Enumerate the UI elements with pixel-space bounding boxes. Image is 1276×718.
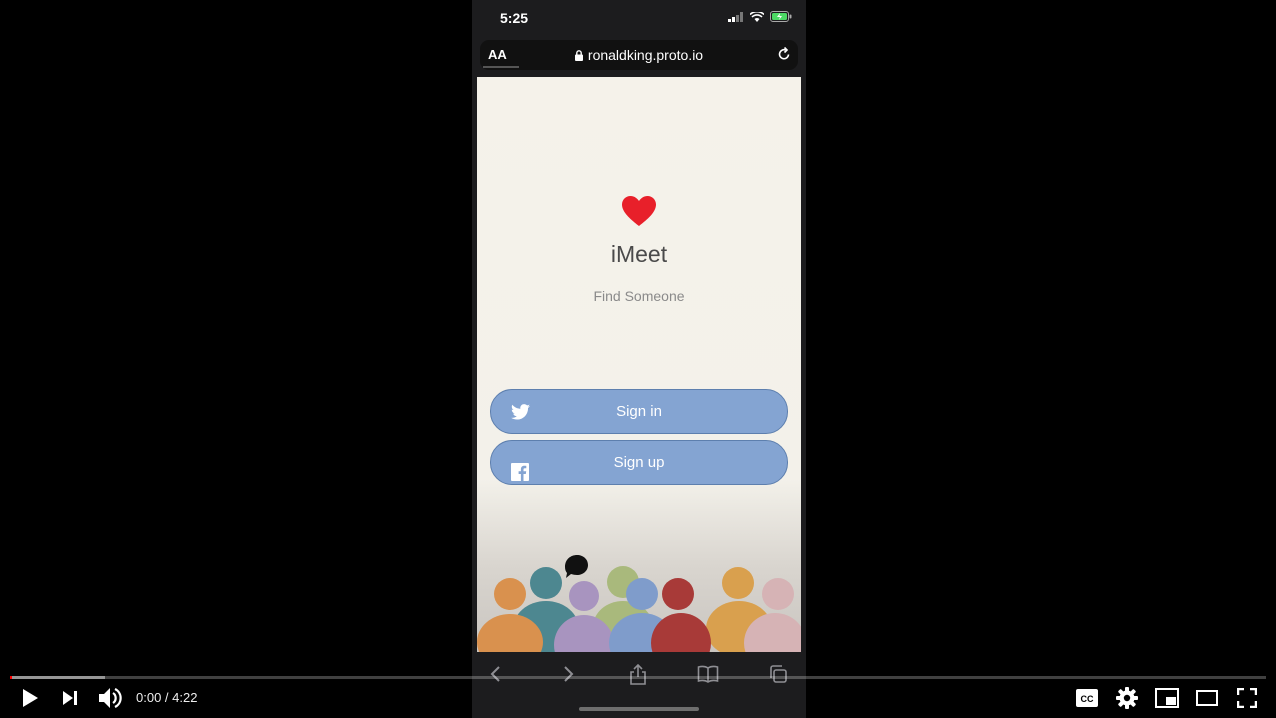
progress-played — [10, 676, 12, 679]
signal-icon — [728, 11, 743, 22]
lock-icon — [574, 50, 583, 61]
safari-address-bar[interactable]: AA ronaldking.proto.io — [480, 40, 798, 70]
miniplayer-icon[interactable] — [1155, 688, 1179, 708]
app-tagline: Find Someone — [593, 288, 685, 304]
forward-icon[interactable] — [561, 664, 575, 684]
time-display: 0:00 / 4:22 — [136, 690, 197, 705]
battery-icon — [770, 11, 792, 22]
safari-toolbar — [472, 652, 806, 718]
play-icon[interactable] — [20, 688, 40, 708]
progress-bar[interactable] — [10, 676, 1266, 679]
app-screen: iMeet Find Someone Sign in Sign up — [477, 77, 801, 652]
duration: 4:22 — [172, 690, 198, 705]
sign-up-button[interactable]: Sign up — [490, 440, 788, 485]
progress-buffered — [10, 676, 105, 679]
ios-status-bar: 5:25 — [472, 0, 806, 38]
time-separator: / — [161, 690, 173, 705]
svg-text:CC: CC — [1081, 694, 1094, 704]
sign-in-label: Sign in — [616, 403, 662, 420]
home-indicator — [579, 707, 699, 711]
wifi-icon — [750, 11, 764, 22]
volume-icon[interactable] — [98, 687, 122, 709]
status-time: 5:25 — [500, 10, 529, 26]
fullscreen-icon[interactable] — [1237, 688, 1257, 708]
page-load-indicator — [483, 66, 519, 68]
theater-mode-icon[interactable] — [1196, 690, 1218, 706]
current-time: 0:00 — [136, 690, 162, 705]
app-title: iMeet — [610, 241, 668, 267]
crowd-illustration — [477, 555, 801, 652]
phone-screen-recording: 5:25 AA ronaldking.proto.io iMeet Find S… — [472, 0, 806, 718]
reload-icon[interactable] — [776, 46, 792, 62]
status-icons — [728, 11, 792, 22]
url-display[interactable]: ronaldking.proto.io — [480, 47, 798, 63]
settings-icon[interactable] — [1116, 687, 1138, 709]
heart-icon — [622, 196, 656, 226]
share-icon[interactable] — [628, 664, 648, 686]
bookmarks-icon[interactable] — [697, 664, 719, 684]
url-text: ronaldking.proto.io — [587, 47, 704, 63]
sign-up-label: Sign up — [613, 454, 665, 471]
back-icon[interactable] — [489, 664, 503, 684]
tabs-icon[interactable] — [768, 664, 788, 684]
captions-icon[interactable]: CC — [1076, 689, 1098, 707]
sign-in-button[interactable]: Sign in — [490, 389, 788, 434]
next-icon[interactable] — [61, 689, 79, 707]
